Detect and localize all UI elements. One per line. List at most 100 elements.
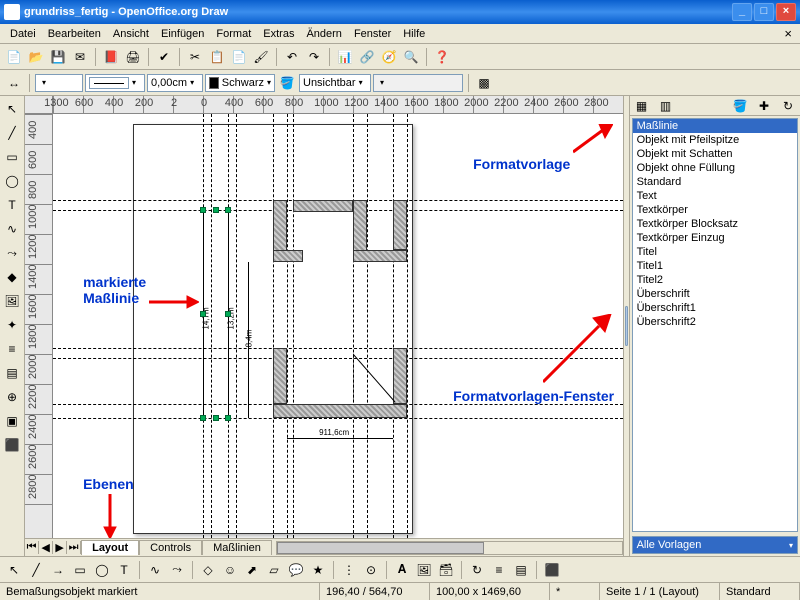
- arrow-ends-combo[interactable]: ▾: [35, 74, 83, 92]
- extrusion-toggle-icon[interactable]: ⬛: [542, 560, 562, 580]
- curve-icon[interactable]: ∿: [145, 560, 165, 580]
- line-width-combo[interactable]: 0,00cm▾: [147, 74, 203, 92]
- close-button[interactable]: ×: [776, 3, 796, 21]
- basic-shapes-icon[interactable]: ◆: [1, 266, 23, 288]
- new-icon[interactable]: 📄: [4, 47, 24, 67]
- tab-prev-icon[interactable]: ◀: [39, 541, 53, 554]
- style-item[interactable]: Titel2: [633, 273, 797, 287]
- connector-icon[interactable]: ⤳: [167, 560, 187, 580]
- save-icon[interactable]: 💾: [48, 47, 68, 67]
- hyperlink-icon[interactable]: 🔗: [357, 47, 377, 67]
- fill-format-icon[interactable]: 🪣: [730, 96, 750, 116]
- text-tool-icon[interactable]: T: [1, 194, 23, 216]
- line-tool-icon[interactable]: ╱: [1, 122, 23, 144]
- line-color-combo[interactable]: Schwarz▾: [205, 74, 275, 92]
- menu-bearbeiten[interactable]: Bearbeiten: [42, 26, 107, 42]
- open-icon[interactable]: 📂: [26, 47, 46, 67]
- line-icon[interactable]: ╱: [26, 560, 46, 580]
- style-item[interactable]: Titel1: [633, 259, 797, 273]
- style-item[interactable]: Maßlinie: [633, 119, 797, 133]
- pdf-icon[interactable]: 📕: [101, 47, 121, 67]
- style-item[interactable]: Objekt ohne Füllung: [633, 161, 797, 175]
- menu-einfuegen[interactable]: Einfügen: [155, 26, 210, 42]
- menu-aendern[interactable]: Ändern: [300, 26, 347, 42]
- tab-controls[interactable]: Controls: [139, 540, 202, 555]
- flowchart-icon[interactable]: ▱: [264, 560, 284, 580]
- spellcheck-icon[interactable]: ✔: [154, 47, 174, 67]
- style-item[interactable]: Überschrift2: [633, 315, 797, 329]
- connector-tool-icon[interactable]: ⤳: [1, 242, 23, 264]
- maximize-button[interactable]: □: [754, 3, 774, 21]
- graphics-styles-icon[interactable]: ▦: [632, 96, 652, 116]
- new-style-icon[interactable]: ✚: [754, 96, 774, 116]
- rect-tool-icon[interactable]: ▭: [1, 146, 23, 168]
- update-style-icon[interactable]: ↻: [778, 96, 798, 116]
- menu-format[interactable]: Format: [210, 26, 257, 42]
- zoom-icon[interactable]: 🔍: [401, 47, 421, 67]
- style-item[interactable]: Überschrift: [633, 287, 797, 301]
- callouts-icon[interactable]: 💬: [286, 560, 306, 580]
- tab-first-icon[interactable]: ⏮: [25, 541, 39, 554]
- arrange-icon[interactable]: ▤: [1, 362, 23, 384]
- style-item[interactable]: Textkörper: [633, 203, 797, 217]
- line-arrow-icon[interactable]: →: [48, 560, 68, 580]
- ellipse-icon[interactable]: ◯: [92, 560, 112, 580]
- gallery-icon[interactable]: 🖼: [1, 290, 23, 312]
- navigator-icon[interactable]: 🧭: [379, 47, 399, 67]
- copy-icon[interactable]: 📋: [207, 47, 227, 67]
- insert-icon[interactable]: ⊕: [1, 386, 23, 408]
- arrow-style-icon[interactable]: ↔: [4, 73, 24, 93]
- menu-datei[interactable]: Datei: [4, 26, 42, 42]
- style-item[interactable]: Textkörper Blocksatz: [633, 217, 797, 231]
- rotate-icon[interactable]: ↻: [467, 560, 487, 580]
- style-item[interactable]: Objekt mit Pfeilspitze: [633, 133, 797, 147]
- menu-ansicht[interactable]: Ansicht: [107, 26, 155, 42]
- line-style-combo[interactable]: ▾: [85, 74, 145, 92]
- cut-icon[interactable]: ✂: [185, 47, 205, 67]
- basic-shapes-icon[interactable]: ◇: [198, 560, 218, 580]
- controls-icon[interactable]: ▣: [1, 410, 23, 432]
- email-icon[interactable]: ✉: [70, 47, 90, 67]
- rect-icon[interactable]: ▭: [70, 560, 90, 580]
- status-zoom[interactable]: *: [550, 583, 600, 600]
- block-arrows-icon[interactable]: ⬈: [242, 560, 262, 580]
- tab-layout[interactable]: Layout: [81, 540, 139, 555]
- extrusion-icon[interactable]: ⬛: [1, 434, 23, 456]
- glue-icon[interactable]: ⊙: [361, 560, 381, 580]
- horizontal-scrollbar[interactable]: [276, 541, 623, 555]
- arrange-icon[interactable]: ▤: [511, 560, 531, 580]
- vertical-ruler[interactable]: 2004006008001000120014001600180020002200…: [25, 114, 53, 538]
- chart-icon[interactable]: 📊: [335, 47, 355, 67]
- menu-fenster[interactable]: Fenster: [348, 26, 397, 42]
- fill-style-combo[interactable]: Unsichtbar▾: [299, 74, 371, 92]
- menu-extras[interactable]: Extras: [257, 26, 300, 42]
- effects-icon[interactable]: ✦: [1, 314, 23, 336]
- align-icon[interactable]: ≡: [489, 560, 509, 580]
- gallery-icon[interactable]: 🗃: [436, 560, 456, 580]
- style-filter-combo[interactable]: Alle Vorlagen▾: [632, 536, 798, 554]
- redo-icon[interactable]: ↷: [304, 47, 324, 67]
- menu-hilfe[interactable]: Hilfe: [397, 26, 431, 42]
- style-list[interactable]: Maßlinie Objekt mit Pfeilspitze Objekt m…: [632, 118, 798, 532]
- fontwork-icon[interactable]: 𝐀: [392, 560, 412, 580]
- close-document-button[interactable]: ×: [780, 26, 796, 41]
- style-item[interactable]: Überschrift1: [633, 301, 797, 315]
- stars-icon[interactable]: ★: [308, 560, 328, 580]
- align-icon[interactable]: ≡: [1, 338, 23, 360]
- paste-icon[interactable]: 📄: [229, 47, 249, 67]
- shadow-icon[interactable]: ▩: [474, 73, 494, 93]
- help-icon[interactable]: ❓: [432, 47, 452, 67]
- style-item[interactable]: Textkörper Einzug: [633, 231, 797, 245]
- tab-masslinien[interactable]: Maßlinien: [202, 540, 272, 555]
- presentation-styles-icon[interactable]: ▥: [656, 96, 676, 116]
- fill-color-combo[interactable]: ▾: [373, 74, 463, 92]
- horizontal-ruler[interactable]: 1300600400200204006008001000120014001600…: [25, 96, 623, 114]
- print-icon[interactable]: 🖨: [123, 47, 143, 67]
- tab-next-icon[interactable]: ▶: [53, 541, 67, 554]
- text-icon[interactable]: T: [114, 560, 134, 580]
- minimize-button[interactable]: _: [732, 3, 752, 21]
- format-paintbrush-icon[interactable]: 🖌: [251, 47, 271, 67]
- select-icon[interactable]: ↖: [1, 98, 23, 120]
- style-item[interactable]: Standard: [633, 175, 797, 189]
- style-item[interactable]: Text: [633, 189, 797, 203]
